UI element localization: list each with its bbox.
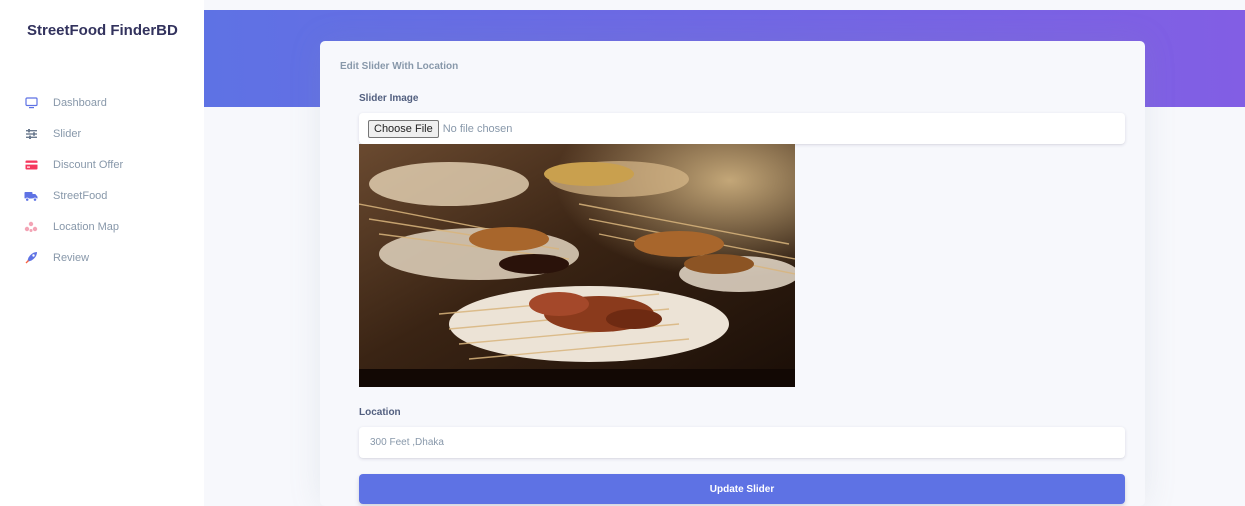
rocket-icon [24, 251, 38, 265]
file-input[interactable]: Choose File No file chosen [359, 113, 1125, 144]
sidebar-nav: Dashboard Slider Discount Offer StreetFo… [24, 87, 123, 273]
edit-slider-card: Edit Slider With Location Slider Image C… [320, 41, 1145, 506]
sidebar-item-streetfood[interactable]: StreetFood [24, 180, 123, 211]
sliders-icon [24, 127, 38, 141]
sidebar-item-review[interactable]: Review [24, 242, 123, 273]
sidebar-item-discount-offer[interactable]: Discount Offer [24, 149, 123, 180]
brand-logo[interactable]: StreetFood FinderBD [27, 22, 178, 39]
slider-image-label: Slider Image [359, 93, 419, 104]
sidebar-item-label: Review [53, 251, 90, 264]
sidebar-item-slider[interactable]: Slider [24, 118, 123, 149]
truck-icon [24, 189, 38, 203]
admin-page: StreetFood FinderBD Dashboard Slider Dis… [0, 0, 1245, 506]
file-status-text: No file chosen [442, 122, 513, 135]
sidebar-item-location-map[interactable]: Location Map [24, 211, 123, 242]
sidebar-item-label: StreetFood [53, 189, 108, 202]
location-label: Location [359, 407, 401, 418]
location-input[interactable] [359, 427, 1125, 458]
choose-file-button[interactable]: Choose File [368, 119, 439, 138]
credit-card-icon [24, 158, 38, 172]
sidebar-item-dashboard[interactable]: Dashboard [24, 87, 123, 118]
monitor-icon [24, 96, 38, 110]
card-title: Edit Slider With Location [340, 61, 459, 72]
sidebar-item-label: Dashboard [53, 96, 107, 109]
slider-image-preview [359, 144, 795, 387]
sidebar: StreetFood FinderBD Dashboard Slider Dis… [0, 0, 204, 506]
sidebar-item-label: Location Map [53, 220, 120, 233]
update-slider-button[interactable]: Update Slider [359, 474, 1125, 504]
sidebar-item-label: Slider [53, 127, 82, 140]
map-pins-icon [24, 220, 38, 234]
sidebar-item-label: Discount Offer [53, 158, 124, 171]
